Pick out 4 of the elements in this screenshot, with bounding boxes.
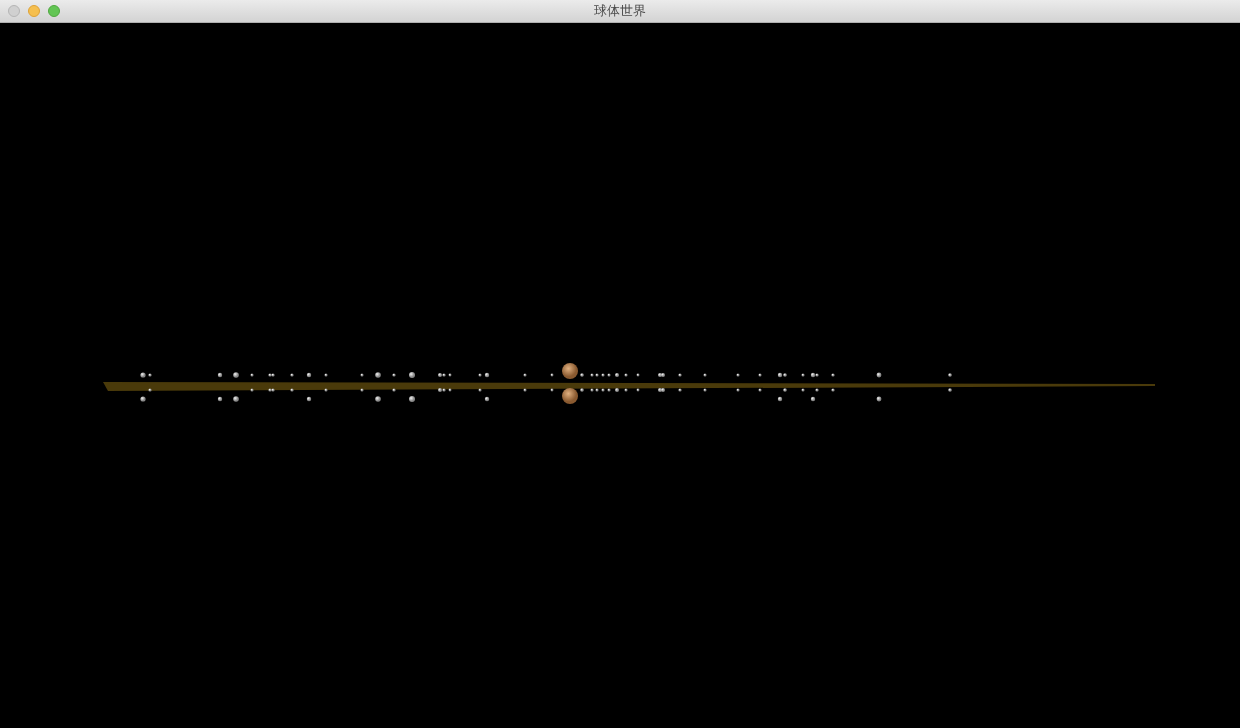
window-title: 球体世界 [594, 3, 646, 18]
zoom-button[interactable] [48, 5, 60, 17]
minimize-button[interactable] [28, 5, 40, 17]
close-button[interactable] [8, 5, 20, 17]
